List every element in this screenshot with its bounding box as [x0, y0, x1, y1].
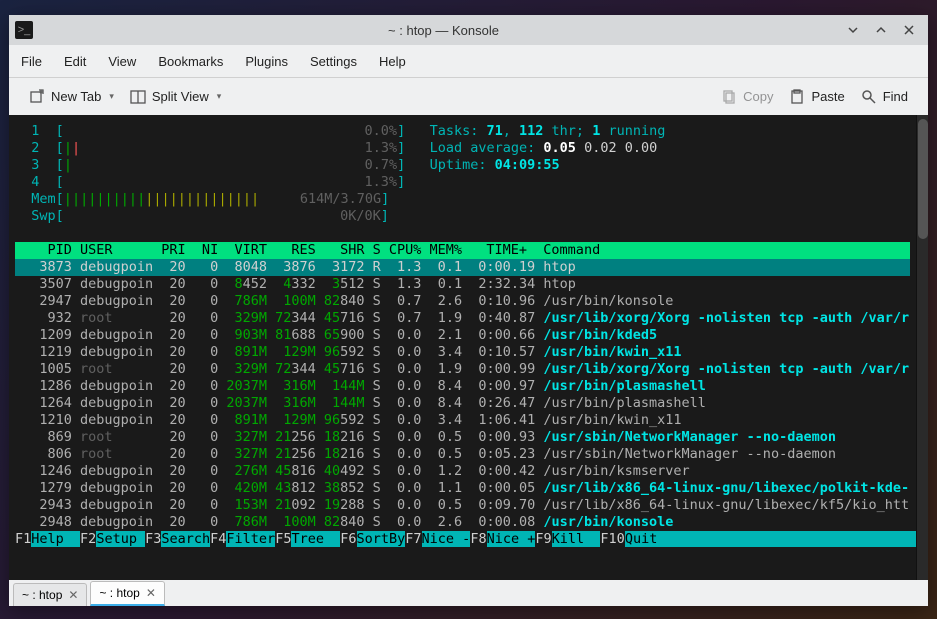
chevron-down-icon: ▾	[109, 91, 114, 102]
terminal-content[interactable]: 1 [ 0.0%] Tasks: 71, 112 thr; 1 running …	[9, 115, 916, 580]
window-title: ~ : htop — Konsole	[41, 23, 846, 38]
scrollbar[interactable]	[916, 115, 928, 580]
terminal-icon: >_	[15, 21, 33, 39]
find-button[interactable]: Find	[853, 85, 916, 109]
copy-icon	[721, 89, 737, 105]
find-label: Find	[883, 89, 908, 104]
menu-bookmarks[interactable]: Bookmarks	[158, 54, 223, 69]
copy-button[interactable]: Copy	[713, 85, 781, 109]
menu-view[interactable]: View	[108, 54, 136, 69]
new-tab-icon	[29, 89, 45, 105]
split-view-button[interactable]: Split View ▾	[122, 85, 229, 109]
menu-settings[interactable]: Settings	[310, 54, 357, 69]
tab-label: ~ : htop	[22, 588, 62, 602]
paste-button[interactable]: Paste	[781, 85, 852, 109]
chevron-down-icon: ▾	[217, 91, 222, 102]
paste-label: Paste	[811, 89, 844, 104]
menubar: File Edit View Bookmarks Plugins Setting…	[9, 45, 928, 77]
menu-edit[interactable]: Edit	[64, 54, 86, 69]
tab[interactable]: ~ : htop ✕	[13, 583, 87, 606]
split-view-label: Split View	[152, 89, 209, 104]
paste-icon	[789, 89, 805, 105]
minimize-button[interactable]	[846, 23, 860, 37]
split-view-icon	[130, 89, 146, 105]
toolbar: New Tab ▾ Split View ▾ Copy Paste Find	[9, 77, 928, 115]
new-tab-button[interactable]: New Tab ▾	[21, 85, 122, 109]
close-button[interactable]	[902, 23, 916, 37]
menu-plugins[interactable]: Plugins	[245, 54, 288, 69]
tab[interactable]: ~ : htop ✕	[90, 581, 164, 606]
new-tab-label: New Tab	[51, 89, 101, 104]
search-icon	[861, 89, 877, 105]
maximize-button[interactable]	[874, 23, 888, 37]
titlebar[interactable]: >_ ~ : htop — Konsole	[9, 15, 928, 45]
konsole-window: >_ ~ : htop — Konsole File Edit View Boo…	[9, 15, 928, 606]
tab-label: ~ : htop	[99, 586, 139, 600]
scrollbar-thumb[interactable]	[918, 119, 928, 239]
menu-help[interactable]: Help	[379, 54, 406, 69]
close-icon[interactable]: ✕	[146, 586, 156, 600]
tabbar: ~ : htop ✕ ~ : htop ✕	[9, 580, 928, 606]
copy-label: Copy	[743, 89, 773, 104]
close-icon[interactable]: ✕	[68, 588, 78, 602]
menu-file[interactable]: File	[21, 54, 42, 69]
terminal-area[interactable]: 1 [ 0.0%] Tasks: 71, 112 thr; 1 running …	[9, 115, 928, 580]
